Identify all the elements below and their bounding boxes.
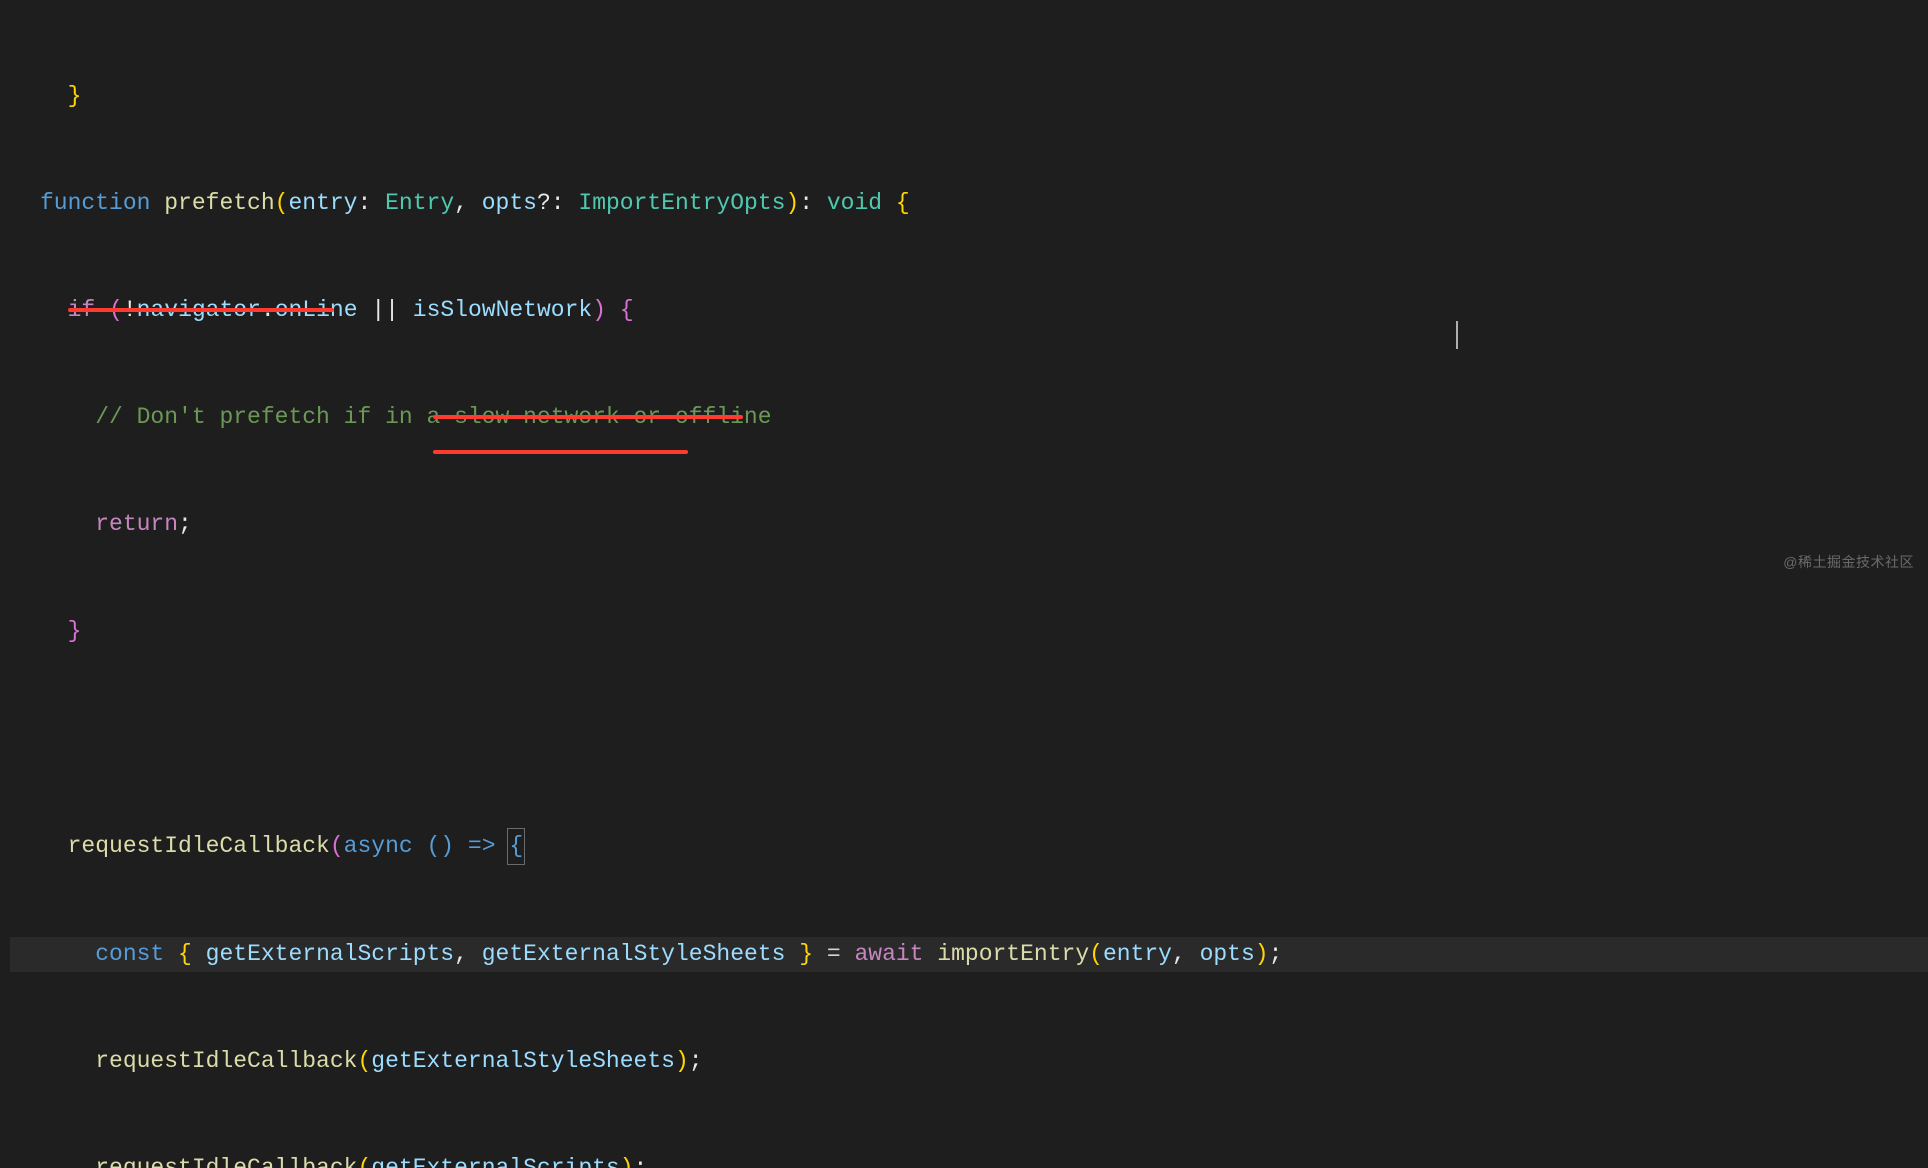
identifier: getExternalStyleSheets <box>482 941 786 967</box>
identifier: opts <box>1200 941 1255 967</box>
code-line[interactable]: // Don't prefetch if in a slow network o… <box>10 400 1928 436</box>
code-line[interactable]: function prefetch(entry: Entry, opts?: I… <box>10 186 1928 222</box>
function-name: prefetch <box>164 190 274 216</box>
function-call: requestIdleCallback <box>95 1155 357 1168</box>
text-cursor-icon <box>1456 321 1458 349</box>
keyword-function: function <box>40 190 150 216</box>
code-line[interactable]: requestIdleCallback(getExternalStyleShee… <box>10 1044 1928 1080</box>
identifier: getExternalScripts <box>371 1155 619 1168</box>
code-line[interactable]: } <box>10 79 1928 115</box>
type: Entry <box>385 190 454 216</box>
code-line[interactable]: requestIdleCallback(async () => { <box>10 828 1928 866</box>
code-line-active[interactable]: const { getExternalScripts, getExternalS… <box>10 937 1928 973</box>
annotation-underline <box>433 450 688 454</box>
identifier: isSlowNetwork <box>413 297 592 323</box>
code-line[interactable]: requestIdleCallback(getExternalScripts); <box>10 1151 1928 1168</box>
param: opts <box>482 190 537 216</box>
keyword-return: return <box>95 511 178 537</box>
type: void <box>827 190 882 216</box>
identifier: entry <box>1103 941 1172 967</box>
type: ImportEntryOpts <box>578 190 785 216</box>
param: entry <box>288 190 357 216</box>
code-editor[interactable]: } function prefetch(entry: Entry, opts?:… <box>0 0 1928 1168</box>
code-line[interactable]: return; <box>10 507 1928 543</box>
function-call: requestIdleCallback <box>68 833 330 859</box>
keyword-async: async <box>344 833 413 859</box>
annotation-underline <box>433 415 743 419</box>
function-call: importEntry <box>937 941 1089 967</box>
code-line[interactable]: } <box>10 614 1928 650</box>
identifier: getExternalScripts <box>206 941 454 967</box>
keyword-await: await <box>854 941 923 967</box>
code-line[interactable] <box>10 721 1928 757</box>
bracket-match-icon: { <box>507 828 525 866</box>
watermark-label: @稀土掘金技术社区 <box>1783 552 1914 574</box>
annotation-underline <box>68 308 334 312</box>
function-call: requestIdleCallback <box>95 1048 357 1074</box>
keyword-const: const <box>95 941 164 967</box>
identifier: getExternalStyleSheets <box>371 1048 675 1074</box>
